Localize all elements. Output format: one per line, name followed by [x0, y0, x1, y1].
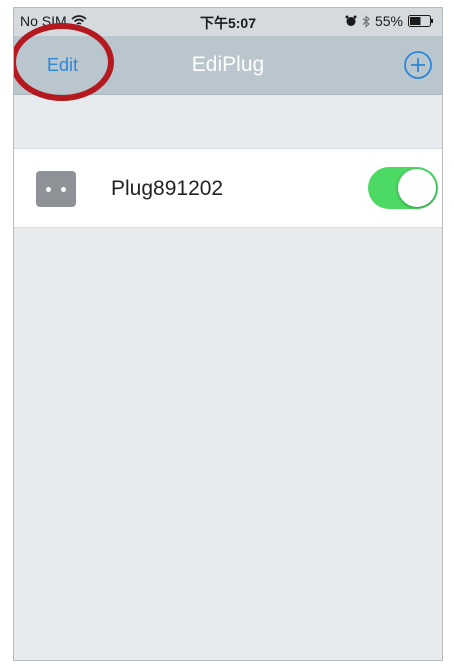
plug-icon: [36, 171, 76, 207]
bluetooth-icon: [362, 14, 370, 28]
toggle-knob: [398, 169, 436, 207]
plug-dot-right: [61, 187, 66, 192]
status-bar: No SIM 下午5:07 55%: [14, 8, 442, 36]
battery-icon: [408, 15, 433, 27]
edit-button[interactable]: Edit: [47, 55, 78, 76]
battery-percent: 55%: [374, 13, 403, 29]
phone-screen: No SIM 下午5:07 55% Edit EdiPlug Plug89120…: [13, 7, 443, 661]
device-row[interactable]: Plug891202: [14, 148, 442, 228]
device-name: Plug891202: [111, 177, 224, 200]
alarm-icon: [345, 15, 357, 26]
navigation-bar: Edit EdiPlug: [14, 36, 442, 95]
page-title: EdiPlug: [191, 53, 265, 76]
status-right: 55%: [345, 13, 434, 29]
plug-dot-left: [46, 187, 51, 192]
power-toggle[interactable]: [368, 167, 438, 209]
plus-circle-icon[interactable]: [403, 50, 433, 80]
